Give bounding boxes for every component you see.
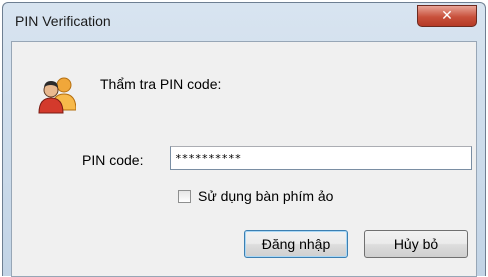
window-title: PIN Verification	[15, 13, 111, 29]
header-text: Thẩm tra PIN code:	[100, 76, 222, 92]
close-icon: ✕	[441, 8, 453, 24]
virtual-keyboard-checkbox[interactable]	[178, 190, 191, 203]
title-bar[interactable]: PIN Verification ✕	[3, 3, 485, 37]
pin-code-label: PIN code:	[82, 152, 144, 168]
users-icon	[38, 77, 76, 114]
close-button[interactable]: ✕	[417, 5, 477, 27]
login-button[interactable]: Đăng nhập	[244, 230, 348, 258]
virtual-keyboard-label[interactable]: Sử dụng bàn phím ảo	[198, 188, 333, 204]
pin-verification-dialog: PIN Verification ✕ Thẩm tra PIN code: PI…	[2, 2, 486, 277]
dialog-content: Thẩm tra PIN code: PIN code: Sử dụng bàn…	[11, 41, 477, 277]
pin-code-input[interactable]	[170, 146, 472, 170]
cancel-button[interactable]: Hủy bỏ	[364, 230, 468, 258]
